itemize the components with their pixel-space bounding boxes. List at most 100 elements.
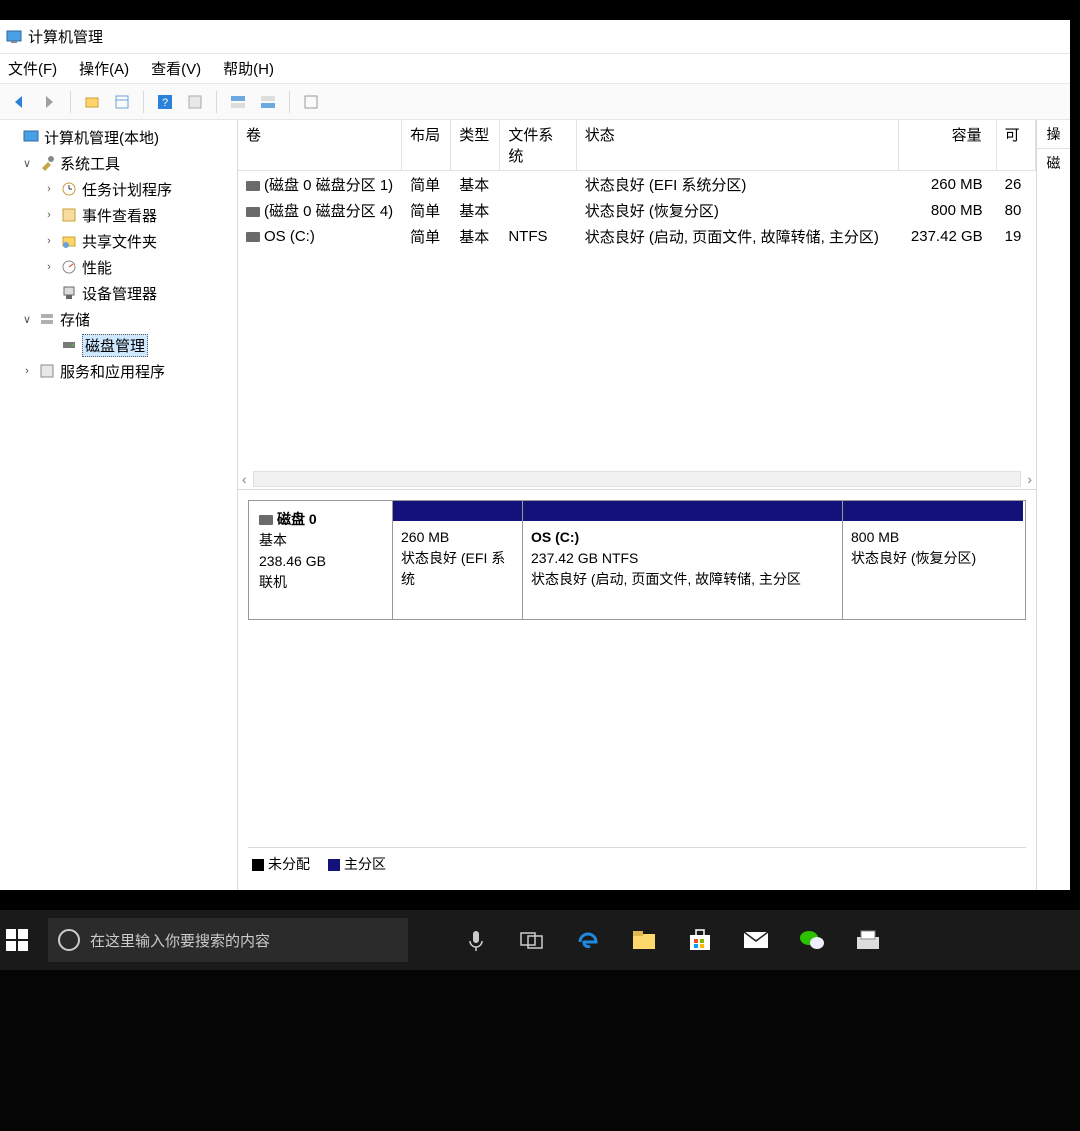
tree-system-tools[interactable]: ∨ 系统工具 <box>2 150 235 176</box>
explorer-icon[interactable] <box>630 926 658 954</box>
tree-services-apps[interactable]: › 服务和应用程序 <box>2 358 235 384</box>
edge-icon[interactable] <box>574 926 602 954</box>
window-title: 计算机管理 <box>28 26 103 47</box>
tree-task-scheduler[interactable]: › 任务计划程序 <box>2 176 235 202</box>
disk-row[interactable]: 磁盘 0 基本 238.46 GB 联机 260 MB状态良好 (EFI 系统O… <box>248 500 1026 620</box>
expand-icon[interactable]: › <box>42 261 56 273</box>
tree-performance[interactable]: › 性能 <box>2 254 235 280</box>
expand-icon[interactable]: › <box>42 235 56 247</box>
monitor-bezel <box>0 970 1080 1131</box>
disk-graphical-pane: 磁盘 0 基本 238.46 GB 联机 260 MB状态良好 (EFI 系统O… <box>238 490 1036 890</box>
expand-icon[interactable]: › <box>42 209 56 221</box>
app-window: 计算机管理 文件(F) 操作(A) 查看(V) 帮助(H) ? <box>0 20 1070 890</box>
tree-storage[interactable]: ∨ 存储 <box>2 306 235 332</box>
tree-pane: 计算机管理(本地) ∨ 系统工具 › 任务计划程序 › 事件查看器 <box>0 120 238 890</box>
tools-icon <box>38 154 56 172</box>
taskbar-search-placeholder: 在这里输入你要搜索的内容 <box>90 930 270 951</box>
settings-button[interactable] <box>298 89 324 115</box>
device-icon <box>60 284 78 302</box>
partition-box[interactable]: OS (C:)237.42 GB NTFS状态良好 (启动, 页面文件, 故障转… <box>523 501 843 619</box>
volume-row[interactable]: (磁盘 0 磁盘分区 1)简单基本状态良好 (EFI 系统分区)260 MB26 <box>238 171 1036 197</box>
svg-text:?: ? <box>162 97 168 109</box>
collapse-icon[interactable]: ∨ <box>20 157 34 170</box>
menubar: 文件(F) 操作(A) 查看(V) 帮助(H) <box>0 54 1070 84</box>
disk-online-status: 联机 <box>259 572 382 593</box>
volume-icon <box>246 232 260 242</box>
properties-button[interactable] <box>109 89 135 115</box>
start-button[interactable] <box>6 926 34 954</box>
disk-icon <box>259 515 273 525</box>
services-icon <box>38 362 56 380</box>
mail-icon[interactable] <box>742 926 770 954</box>
tree-shared-folders[interactable]: › 共享文件夹 <box>2 228 235 254</box>
disk-label-box[interactable]: 磁盘 0 基本 238.46 GB 联机 <box>249 501 393 619</box>
actions-item[interactable]: 磁 <box>1043 149 1065 890</box>
col-capacity[interactable]: 容量 <box>899 120 997 170</box>
collapse-icon[interactable]: ∨ <box>20 313 34 326</box>
scroll-right-icon[interactable]: › <box>1027 471 1032 487</box>
menu-action[interactable]: 操作(A) <box>79 58 129 79</box>
view-bottom-button[interactable] <box>255 89 281 115</box>
partition-box[interactable]: 800 MB状态良好 (恢复分区) <box>843 501 1023 619</box>
partition-bar <box>843 501 1023 521</box>
col-layout[interactable]: 布局 <box>402 120 451 170</box>
cortana-icon <box>58 929 80 951</box>
partition-bar <box>393 501 522 521</box>
task-view-icon[interactable] <box>518 926 546 954</box>
disk-size: 238.46 GB <box>259 551 382 572</box>
forward-button[interactable] <box>36 89 62 115</box>
legend-unallocated-swatch <box>252 859 264 871</box>
volume-list-body[interactable]: (磁盘 0 磁盘分区 1)简单基本状态良好 (EFI 系统分区)260 MB26… <box>238 171 1036 469</box>
refresh-button[interactable] <box>182 89 208 115</box>
legend-primary-label: 主分区 <box>344 856 386 872</box>
col-free[interactable]: 可 <box>997 120 1036 170</box>
store-icon[interactable] <box>686 926 714 954</box>
event-icon <box>60 206 78 224</box>
disk-icon <box>60 336 78 354</box>
view-top-button[interactable] <box>225 89 251 115</box>
disk-name: 磁盘 0 <box>277 511 317 527</box>
expand-icon[interactable]: › <box>42 183 56 195</box>
back-button[interactable] <box>6 89 32 115</box>
performance-icon <box>60 258 78 276</box>
tree-root[interactable]: 计算机管理(本地) <box>2 124 235 150</box>
volume-list-header: 卷 布局 类型 文件系统 状态 容量 可 <box>238 120 1036 171</box>
menu-file[interactable]: 文件(F) <box>8 58 57 79</box>
scrollbar-track[interactable] <box>253 471 1022 487</box>
fax-icon[interactable] <box>854 926 882 954</box>
menu-help[interactable]: 帮助(H) <box>223 58 274 79</box>
col-type[interactable]: 类型 <box>451 120 500 170</box>
volume-list-pane: 卷 布局 类型 文件系统 状态 容量 可 (磁盘 0 磁盘分区 1)简单基本状态… <box>238 120 1036 490</box>
partition-box[interactable]: 260 MB状态良好 (EFI 系统 <box>393 501 523 619</box>
tree-root-label: 计算机管理(本地) <box>44 127 159 148</box>
actions-pane: 操 磁 <box>1036 120 1070 890</box>
legend-unallocated-label: 未分配 <box>268 856 310 872</box>
actions-header[interactable]: 操 <box>1037 120 1070 149</box>
volume-row[interactable]: OS (C:)简单基本NTFS状态良好 (启动, 页面文件, 故障转储, 主分区… <box>238 223 1036 249</box>
storage-icon <box>38 310 56 328</box>
up-button[interactable] <box>79 89 105 115</box>
toolbar: ? <box>0 84 1070 120</box>
tree-event-viewer[interactable]: › 事件查看器 <box>2 202 235 228</box>
computer-icon <box>22 128 40 146</box>
expand-icon[interactable]: › <box>20 365 34 377</box>
taskbar-search[interactable]: 在这里输入你要搜索的内容 <box>48 918 408 962</box>
app-icon <box>6 29 22 45</box>
clock-icon <box>60 180 78 198</box>
taskbar: 在这里输入你要搜索的内容 <box>0 910 1080 970</box>
col-fs[interactable]: 文件系统 <box>500 120 576 170</box>
help-button[interactable]: ? <box>152 89 178 115</box>
scroll-left-icon[interactable]: ‹ <box>242 471 247 487</box>
legend-primary-swatch <box>328 859 340 871</box>
tree-disk-management[interactable]: 磁盘管理 <box>2 332 235 358</box>
mic-icon[interactable] <box>462 926 490 954</box>
volume-row[interactable]: (磁盘 0 磁盘分区 4)简单基本状态良好 (恢复分区)800 MB80 <box>238 197 1036 223</box>
col-volume[interactable]: 卷 <box>238 120 402 170</box>
titlebar[interactable]: 计算机管理 <box>0 20 1070 54</box>
tree-device-manager[interactable]: 设备管理器 <box>2 280 235 306</box>
horizontal-scrollbar[interactable]: ‹ › <box>238 469 1036 489</box>
shared-icon <box>60 232 78 250</box>
wechat-icon[interactable] <box>798 926 826 954</box>
col-status[interactable]: 状态 <box>577 120 899 170</box>
menu-view[interactable]: 查看(V) <box>151 58 201 79</box>
